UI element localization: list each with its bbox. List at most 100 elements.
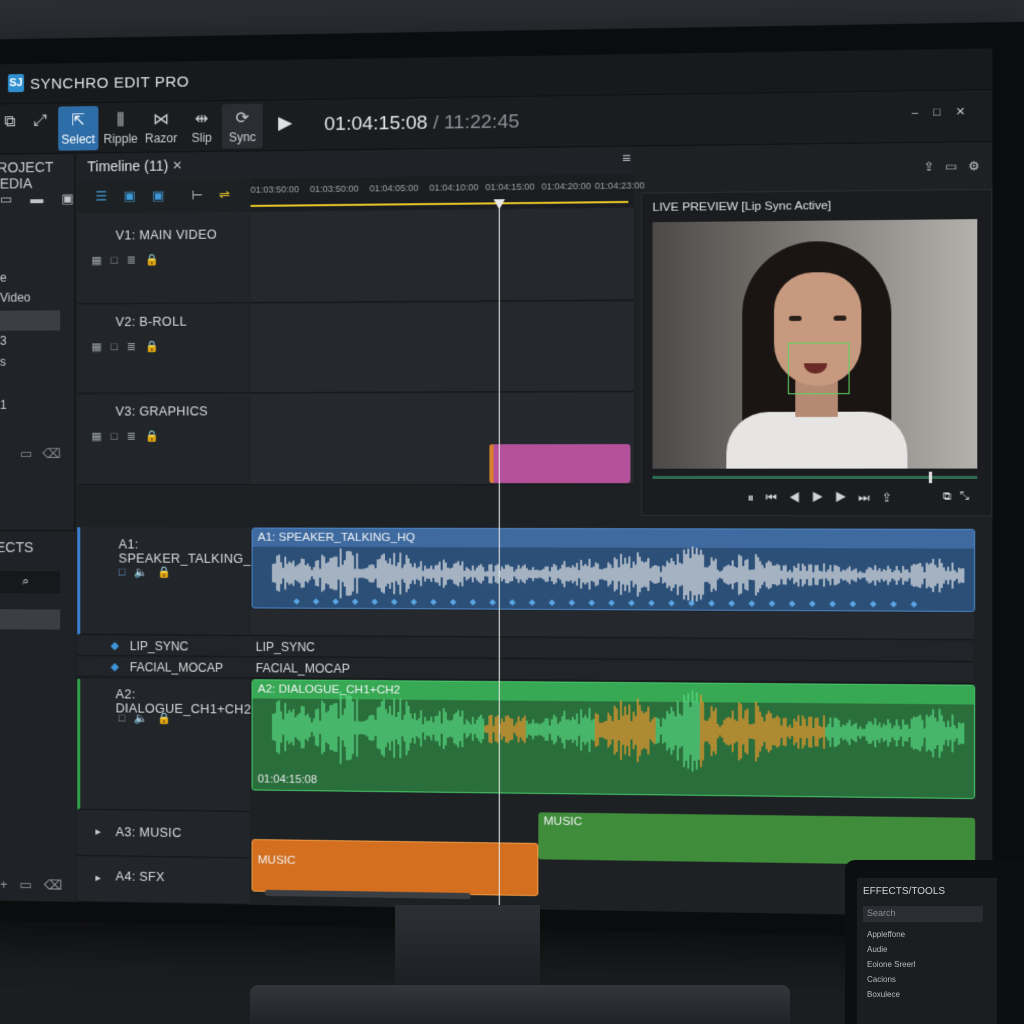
tab-timeline[interactable]: Timeline (11): [87, 157, 168, 174]
ripple-icon: ⫼: [100, 109, 140, 132]
snap-icon[interactable]: ⊢: [192, 187, 204, 203]
sync-tool-button[interactable]: ⟳ Sync: [222, 104, 263, 149]
effects-footer-icons[interactable]: +▭⌫: [0, 877, 74, 894]
media-item[interactable]: e: [0, 271, 7, 285]
lane-v3[interactable]: [251, 393, 634, 485]
tablet-item[interactable]: Appleffone: [867, 930, 905, 939]
ruler-tick: 01:04:20:00: [541, 181, 591, 192]
mocap-clip-label: FACIAL_MOCAP: [256, 661, 350, 676]
track-name: V3: GRAPHICS: [116, 404, 208, 418]
ruler-tick: 01:03:50:00: [310, 183, 359, 194]
track-header-a3[interactable]: ▸ A3: MUSIC: [77, 810, 249, 858]
timeline-ruler[interactable]: 01:03:50:00 01:03:50:00 01:04:05:00 01:0…: [251, 174, 634, 211]
music-clip-green[interactable]: MUSIC: [538, 812, 975, 865]
media-item[interactable]: 3: [0, 334, 7, 348]
keyframe-diamond: ◆: [608, 598, 615, 607]
expand-arrow-icon[interactable]: ▸: [95, 825, 101, 838]
keyframe-diamond: ◆: [450, 597, 457, 606]
keyframe-diamond: ◆: [688, 598, 695, 607]
track-header-a1[interactable]: A1: SPEAKER_TALKING_HQ □🔈🔒: [77, 527, 249, 636]
keyframe-diamond: ◆: [313, 597, 320, 606]
play-icon[interactable]: ▶: [278, 112, 292, 133]
keyframe-diamond: ◆: [870, 599, 877, 608]
project-media-title: PROJECT MEDIA: [0, 159, 63, 186]
media-item[interactable]: 1: [0, 398, 7, 412]
video-frame[interactable]: [652, 219, 977, 469]
keyframe-diamond-icon: ◆: [111, 660, 120, 673]
tablet-item[interactable]: Eoione Sreerl: [867, 960, 915, 969]
ruler-tick: 01:04:23:00: [595, 180, 645, 191]
effects-search-input[interactable]: [0, 571, 60, 593]
track-header-v3[interactable]: V3: GRAPHICS ▦□≣🔒: [77, 394, 249, 485]
lane-v1[interactable]: [251, 208, 634, 303]
timecode-display: 01:04:15:08 / 11:22:45: [324, 111, 519, 136]
ruler-tick: 01:04:05:00: [369, 183, 418, 194]
menu-icon[interactable]: ≡: [622, 150, 631, 167]
tablet-item[interactable]: Audie: [867, 945, 887, 954]
keyframe-diamond: ◆: [769, 599, 776, 608]
clip-label: MUSIC: [544, 815, 583, 828]
clip-label: MUSIC: [258, 854, 296, 867]
live-preview-panel: LIVE PREVIEW [Lip Sync Active] ⇪▭⚙ ⏸⏮◀▶▶…: [641, 189, 992, 517]
expand-icon[interactable]: ⤢: [20, 107, 60, 152]
clip-timecode: 01:04:15:08: [258, 773, 317, 786]
tablet-device: EFFECTS/TOOLS Search Appleffone Audie Eo…: [845, 860, 1024, 1024]
search-icon[interactable]: ⌕: [22, 573, 29, 589]
track-header-a2[interactable]: A2: DIALOGUE_CH1+CH2 □🔈🔒: [77, 679, 249, 812]
tablet-item[interactable]: Boxulece: [867, 990, 900, 999]
ripple-tool-button[interactable]: ⫼ Ripple: [100, 105, 140, 150]
mocap-name: FACIAL_MOCAP: [130, 660, 223, 675]
media-item-selected[interactable]: [0, 310, 60, 330]
ruler-tick: 01:03:50:00: [251, 184, 300, 195]
audio-clip-a1[interactable]: A1: SPEAKER_TALKING_HQ ◆ ◆ ◆ ◆ ◆ ◆ ◆ ◆ ◆ ◆ ◆ ◆ ◆ ◆ ◆ ◆ ◆…: [252, 528, 976, 612]
a1-keyframe-lane: [251, 609, 975, 640]
sync-tool-label: Sync: [229, 130, 256, 145]
keyframe-diamond: ◆: [411, 597, 418, 606]
playhead[interactable]: [499, 199, 500, 917]
keyframe-diamond: ◆: [648, 598, 655, 607]
keyframe-diamond: ◆: [391, 597, 398, 606]
tablet-item[interactable]: Cacions: [867, 975, 896, 984]
preview-header-icons[interactable]: ⇪▭⚙: [923, 159, 990, 174]
folder-icon[interactable]: ▭⌫: [20, 446, 71, 462]
lane-v2[interactable]: [251, 301, 634, 393]
media-item[interactable]: s: [0, 355, 6, 369]
expand-arrow-icon[interactable]: ▸: [95, 871, 101, 884]
media-item[interactable]: Video: [0, 290, 31, 304]
track-header-v1[interactable]: V1: MAIN VIDEO ▦□≣🔒: [77, 212, 249, 304]
audio-clip-a2[interactable]: A2: DIALOGUE_CH1+CH2 01:04:15:08: [252, 679, 976, 799]
ripple-tool-label: Ripple: [103, 132, 137, 147]
track-header-a4[interactable]: ▸ A4: SFX: [77, 857, 249, 905]
link-icon[interactable]: ⇌: [219, 187, 230, 203]
effects-item-selected[interactable]: [0, 609, 60, 629]
track-controls[interactable]: □🔈🔒: [119, 566, 181, 579]
select-tool-label: Select: [61, 132, 95, 147]
music-clip-orange[interactable]: MUSIC: [252, 839, 539, 896]
ruler-tick: 01:04:10:00: [429, 182, 478, 193]
track-controls[interactable]: ▦□≣🔒: [91, 430, 168, 443]
track-controls[interactable]: □🔈🔒: [119, 711, 181, 725]
graphics-clip[interactable]: [489, 444, 630, 483]
keyframe-diamond: ◆: [549, 598, 556, 607]
close-icon[interactable]: ✕: [172, 158, 182, 172]
timeline-tool-icons[interactable]: ☰▣▣: [95, 188, 180, 205]
tablet-search-input[interactable]: Search: [863, 906, 983, 922]
razor-tool-button[interactable]: ⋈ Razor: [141, 105, 182, 150]
app-title: SYNCHRO EDIT PRO: [30, 73, 189, 93]
slip-tool-button[interactable]: ⇹ Slip: [181, 104, 222, 149]
playback-controls[interactable]: ⏸⏮◀▶▶⏭⇪: [748, 490, 904, 506]
fullscreen-icon[interactable]: ⧉⤡: [943, 490, 978, 504]
keyframe-diamond: ◆: [509, 597, 516, 606]
preview-scrubber[interactable]: [652, 476, 977, 479]
keyframe-diamond-icon: ◆: [111, 639, 120, 652]
track-controls[interactable]: ▦□≣🔒: [91, 253, 168, 267]
select-tool-button[interactable]: ⇱ Select: [58, 106, 98, 151]
track-header-v2[interactable]: V2: B-ROLL ▦□≣🔒: [77, 304, 249, 394]
speaker-eye: [834, 316, 847, 321]
keyframe-diamond: ◆: [470, 597, 477, 606]
scrubber-knob[interactable]: [929, 472, 932, 483]
sync-icon: ⟳: [222, 108, 263, 131]
window-controls[interactable]: –□✕: [912, 105, 981, 119]
keyframe-diamond: ◆: [809, 599, 816, 608]
track-controls[interactable]: ▦□≣🔒: [91, 340, 168, 353]
